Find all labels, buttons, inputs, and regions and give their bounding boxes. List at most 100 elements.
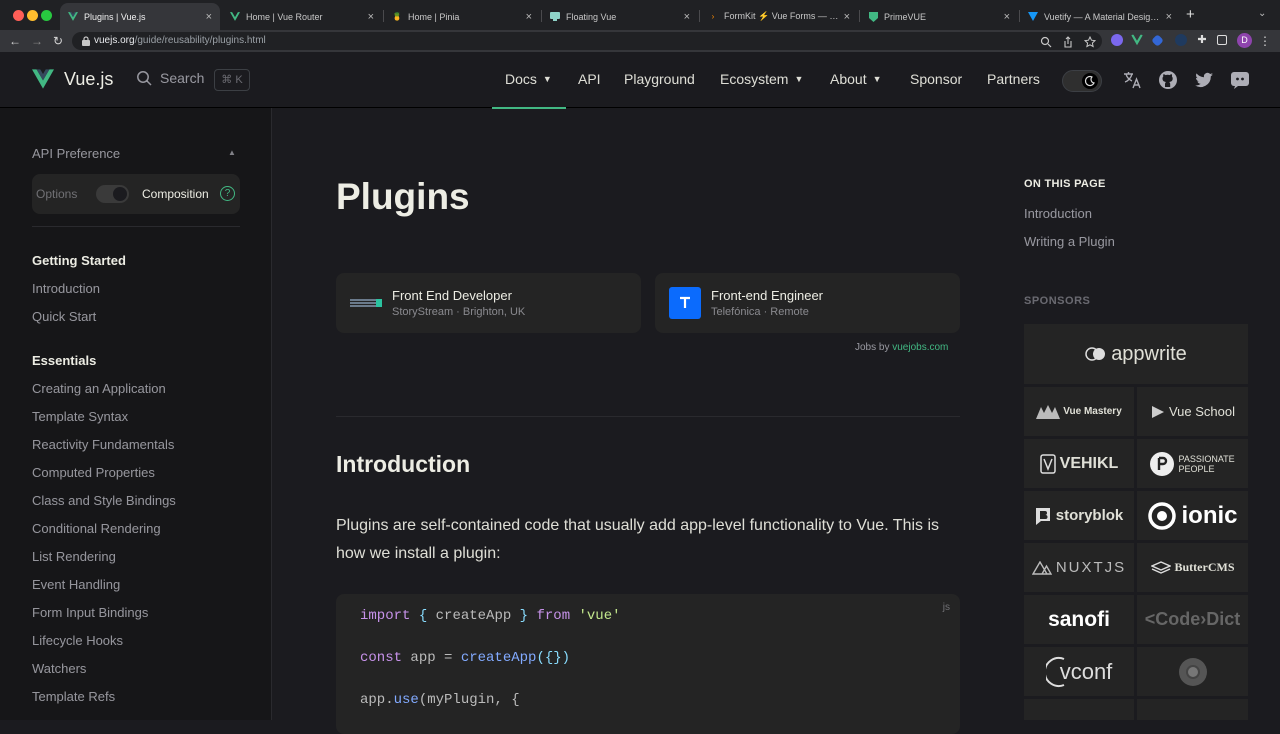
sponsor-vehikl[interactable]: VEHIKL [1024, 439, 1134, 488]
browser-tab-vuejs[interactable]: Plugins | Vue.js × [60, 3, 220, 30]
outline-link-introduction[interactable]: Introduction [1024, 206, 1092, 221]
nav-playground[interactable]: Playground [624, 71, 695, 87]
options-api-label[interactable]: Options [36, 187, 77, 201]
close-tab-icon[interactable]: × [368, 11, 374, 23]
browser-tab-pinia[interactable]: 🍍 Home | Pinia × [384, 3, 540, 30]
dark-mode-toggle[interactable] [1062, 70, 1102, 92]
sponsor-storyblok[interactable]: storyblok [1024, 491, 1134, 540]
sidebar-item-form-input[interactable]: Form Input Bindings [32, 605, 148, 620]
outline-link-writing-plugin[interactable]: Writing a Plugin [1024, 234, 1115, 249]
sidebar-item-class-style[interactable]: Class and Style Bindings [32, 493, 176, 508]
back-arrow-icon[interactable]: ← [8, 34, 22, 48]
vuejobs-link[interactable]: vuejobs.com [892, 342, 948, 353]
translate-icon[interactable] [1122, 70, 1142, 90]
bookmark-star-icon[interactable] [1084, 36, 1096, 48]
forward-arrow-icon[interactable]: → [30, 34, 44, 48]
chevron-up-icon[interactable]: ▲ [228, 148, 236, 157]
vue-devtools-extension-icon[interactable] [1131, 34, 1143, 46]
close-window-button[interactable] [13, 10, 24, 21]
address-bar[interactable]: vuejs.org/guide/reusability/plugins.html [72, 32, 1102, 50]
sponsor-vueconf[interactable]: vconf [1024, 647, 1134, 696]
site-title[interactable]: Vue.js [64, 69, 113, 90]
storystream-logo-icon [350, 299, 382, 307]
sidebar-item-template-refs[interactable]: Template Refs [32, 689, 115, 704]
sidebar-item-lifecycle[interactable]: Lifecycle Hooks [32, 633, 123, 648]
twitter-icon[interactable] [1194, 70, 1214, 90]
sidebar: API Preference ▲ Options Composition ? G… [0, 108, 272, 720]
buttercms-logo-icon [1150, 560, 1171, 574]
browser-tab-primevue[interactable]: PrimeVUE × [860, 3, 1018, 30]
sponsor-chrome-logo[interactable] [1137, 647, 1248, 696]
sidebar-item-reactivity[interactable]: Reactivity Fundamentals [32, 437, 174, 452]
sponsor-vue-school[interactable]: Vue School [1137, 387, 1248, 436]
extension-icon[interactable] [1111, 34, 1123, 46]
search-button[interactable]: Search [136, 70, 204, 86]
sponsor-sanofi[interactable]: sanofi [1024, 595, 1134, 644]
close-tab-icon[interactable]: × [526, 11, 532, 23]
api-preference-toggle[interactable] [96, 185, 129, 203]
job-card[interactable]: Front End Developer StoryStream · Bright… [336, 273, 641, 333]
profile-avatar[interactable]: D [1237, 33, 1252, 48]
nav-ecosystem[interactable]: Ecosystem ▼ [720, 71, 803, 87]
page-title: Plugins [336, 176, 470, 217]
nav-api[interactable]: API [578, 71, 601, 87]
sponsor-appwrite[interactable]: appwrite [1024, 324, 1248, 384]
browser-tab-vuetify[interactable]: Vuetify — A Material Design Fr × [1020, 3, 1180, 30]
sidebar-item-event-handling[interactable]: Event Handling [32, 577, 120, 592]
sponsor-nuxtjs[interactable]: NUXTJS [1024, 543, 1134, 592]
vue-logo-icon[interactable] [32, 69, 54, 89]
extension-icon[interactable] [1151, 34, 1164, 47]
close-tab-icon[interactable]: × [1166, 11, 1172, 23]
sponsors-heading: SPONSORS [1024, 295, 1091, 307]
close-tab-icon[interactable]: × [206, 11, 212, 23]
sidebar-panel-icon[interactable] [1217, 35, 1227, 45]
sidebar-item-computed[interactable]: Computed Properties [32, 465, 155, 480]
sponsor-partial[interactable] [1137, 699, 1248, 720]
vue-favicon-icon [68, 12, 78, 22]
minimize-window-button[interactable] [27, 10, 38, 21]
sidebar-item-creating-application[interactable]: Creating an Application [32, 381, 166, 396]
sponsor-vue-mastery[interactable]: Vue Mastery [1024, 387, 1134, 436]
nav-docs[interactable]: Docs ▼ [505, 71, 552, 87]
reload-icon[interactable]: ↻ [51, 34, 65, 48]
close-tab-icon[interactable]: × [844, 11, 850, 23]
divider [336, 416, 960, 417]
sponsor-codedict[interactable]: <Code›Dict [1137, 595, 1248, 644]
sidebar-item-conditional[interactable]: Conditional Rendering [32, 521, 161, 536]
nav-about[interactable]: About ▼ [830, 71, 882, 87]
sidebar-item-watchers[interactable]: Watchers [32, 661, 86, 676]
close-tab-icon[interactable]: × [684, 11, 690, 23]
sidebar-item-quick-start[interactable]: Quick Start [32, 309, 96, 324]
github-icon[interactable] [1158, 70, 1178, 90]
new-tab-button[interactable]: + [1186, 6, 1195, 23]
sidebar-item-list-rendering[interactable]: List Rendering [32, 549, 116, 564]
sidebar-item-template-syntax[interactable]: Template Syntax [32, 409, 128, 424]
close-tab-icon[interactable]: × [1004, 11, 1010, 23]
tab-search-chevron-icon[interactable]: ⌄ [1258, 8, 1270, 20]
sponsor-buttercms[interactable]: ButterCMS [1137, 543, 1248, 592]
share-icon[interactable] [1062, 36, 1074, 48]
sidebar-item-introduction[interactable]: Introduction [32, 281, 100, 296]
sponsor-passionate-people[interactable]: PASSIONATE PEOPLE [1137, 439, 1248, 488]
nav-sponsor[interactable]: Sponsor [910, 71, 962, 87]
maximize-window-button[interactable] [41, 10, 52, 21]
sponsor-ionic[interactable]: ionic [1137, 491, 1248, 540]
puzzle-extensions-icon[interactable]: ✚ [1196, 34, 1208, 46]
job-title: Front-end Engineer [711, 288, 824, 303]
ionic-logo-icon [1148, 501, 1177, 530]
nav-partners[interactable]: Partners [987, 71, 1040, 87]
search-label: Search [160, 70, 205, 86]
sponsor-partial[interactable] [1024, 699, 1134, 720]
composition-api-label[interactable]: Composition [142, 187, 209, 201]
browser-tab-vue-router[interactable]: Home | Vue Router × [222, 3, 382, 30]
job-card[interactable]: Front-end Engineer Telefónica · Remote [655, 273, 960, 333]
menu-kebab-icon[interactable]: ⋮ [1258, 34, 1272, 48]
browser-tab-formkit[interactable]: › FormKit ⚡ Vue Forms — Supe × [700, 3, 858, 30]
discord-icon[interactable] [1230, 70, 1250, 90]
extension-icon[interactable] [1175, 34, 1187, 46]
help-icon[interactable]: ? [220, 186, 235, 201]
browser-tab-floating-vue[interactable]: Floating Vue × [542, 3, 698, 30]
url-text: vuejs.org/guide/reusability/plugins.html [94, 35, 266, 46]
job-title: Front End Developer [392, 288, 512, 303]
zoom-icon[interactable] [1040, 36, 1052, 48]
